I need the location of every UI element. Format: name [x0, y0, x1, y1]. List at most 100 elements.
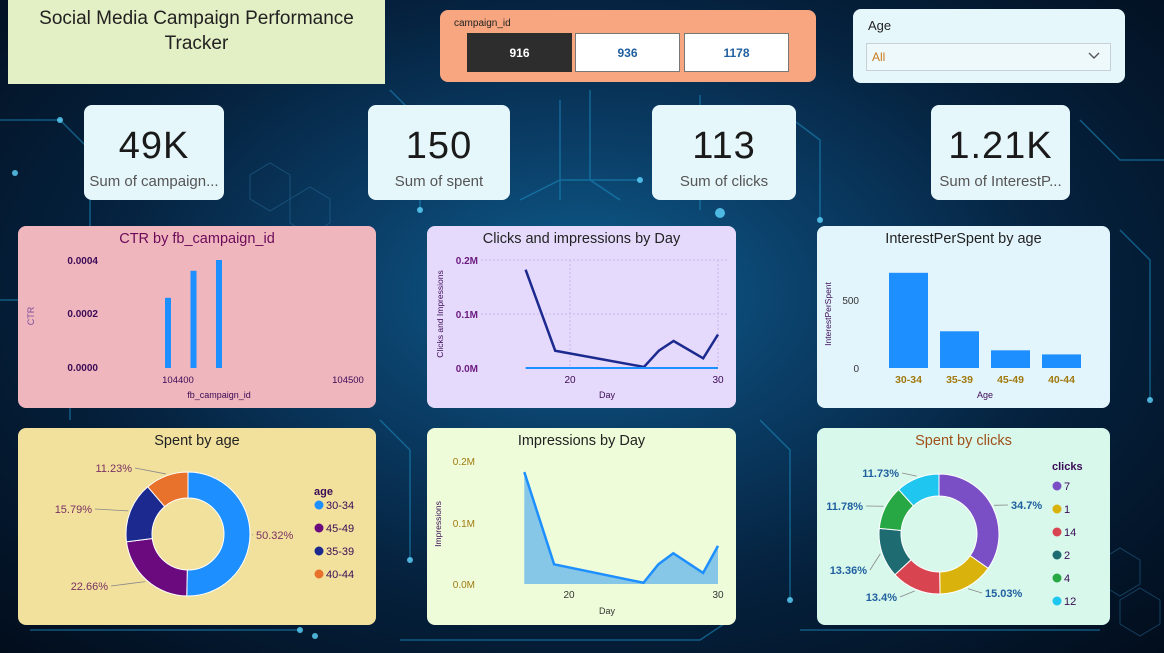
legend-label[interactable]: 12 [1064, 596, 1076, 608]
x-tick: 30-34 [895, 374, 922, 386]
kpi-value: 113 [692, 125, 756, 167]
legend-marker [314, 500, 324, 510]
y-axis-label: InterestPerSpent [823, 281, 833, 345]
legend-marker [314, 546, 324, 556]
data-label: 15.79% [55, 504, 93, 516]
y-axis-label: Clicks and Impressions [435, 270, 445, 357]
ctr-chart: 0.0004 0.0002 0.0000 CTR 104400 104500 f… [26, 256, 364, 400]
interest-per-spent-card: InterestPerSpent by age 500 0 InterestPe… [817, 226, 1110, 408]
x-tick: 35-39 [946, 374, 973, 386]
spent-by-clicks-chart: 34.7% 15.03% 13.4% 13.36% 11.78% 11.73% click… [826, 461, 1082, 608]
legend-label[interactable]: 40-44 [326, 569, 354, 581]
data-label: 13.4% [866, 592, 897, 604]
clicks-impressions-card: Clicks and impressions by Day 0.2M 0.1M … [427, 226, 736, 408]
report-title-line1: Social Media Campaign Performance [39, 8, 354, 29]
ctr-bar [190, 270, 197, 368]
legend-label[interactable]: 14 [1064, 527, 1076, 539]
age-dropdown-value: All [872, 50, 886, 64]
x-tick: 20 [563, 590, 575, 601]
legend-title: age [314, 486, 333, 498]
y-tick: 0.0004 [67, 256, 98, 267]
ctr-chart-card: CTR by fb_campaign_id 0.0004 0.0002 0.00… [18, 226, 376, 408]
clicks-impressions-chart: 0.2M 0.1M 0.0M Clicks and Impressions 20… [435, 256, 727, 400]
kpi-caption: Sum of campaign... [89, 173, 219, 190]
data-label: 11.23% [96, 463, 133, 475]
data-label: 22.66% [71, 581, 109, 593]
data-label: 11.73% [862, 468, 899, 480]
legend-marker [1052, 596, 1062, 606]
campaign-option-1178[interactable]: 1178 [684, 33, 789, 72]
x-axis-label: Age [977, 390, 993, 400]
legend-label[interactable]: 4 [1064, 573, 1070, 585]
campaign-option-916[interactable]: 916 [467, 33, 572, 72]
legend-label[interactable]: 35-39 [326, 546, 354, 558]
legend-marker [1052, 481, 1062, 491]
spent-by-clicks-card: Spent by clicks 34.7% 15.03% 13.4% 13.36% 11… [817, 428, 1110, 625]
kpi-card-spent: 150 Sum of spent [368, 105, 510, 200]
y-axis-label: CTR [26, 306, 36, 325]
y-tick: 0.2M [453, 457, 475, 468]
bar-30-34 [889, 272, 928, 368]
legend-label[interactable]: 1 [1064, 504, 1070, 516]
ctr-bar [165, 297, 171, 368]
kpi-caption: Sum of InterestP... [939, 173, 1062, 190]
legend-marker [1052, 550, 1062, 560]
y-tick: 0.0002 [67, 309, 98, 320]
x-axis-label: Day [599, 606, 616, 616]
y-axis-label: Impressions [433, 501, 443, 547]
legend-label[interactable]: 45-49 [326, 523, 354, 535]
ctr-bar [216, 260, 222, 368]
bar-45-49 [991, 350, 1030, 368]
clicks-slice [938, 473, 1000, 570]
age-slice [125, 537, 188, 597]
age-slice [186, 471, 251, 597]
leader-line [110, 581, 146, 587]
x-axis-label: fb_campaign_id [187, 390, 251, 400]
area-fill [524, 472, 718, 584]
x-tick: 104500 [332, 375, 364, 386]
kpi-card-campaign: 49K Sum of campaign... [84, 105, 224, 200]
x-tick: 30 [712, 375, 724, 386]
legend-marker [314, 569, 324, 579]
campaign-option-936[interactable]: 936 [575, 33, 680, 72]
kpi-caption: Sum of spent [394, 173, 484, 190]
kpi-caption: Sum of clicks [679, 173, 769, 190]
x-axis-label: Day [599, 390, 616, 400]
y-tick: 0.0000 [67, 363, 98, 374]
data-label: 15.03% [985, 588, 1023, 600]
x-tick: 20 [564, 375, 576, 386]
kpi-value: 1.21K [948, 125, 1053, 167]
x-tick: 104400 [162, 375, 194, 386]
legend-marker [1052, 573, 1062, 583]
leader-line [869, 553, 881, 571]
data-label: 50.32% [256, 530, 294, 542]
age-slicer: Age All [853, 9, 1125, 83]
leader-line [94, 508, 129, 512]
legend-label[interactable]: 2 [1064, 550, 1070, 562]
leader-line [901, 472, 917, 477]
y-tick: 0.2M [456, 256, 478, 267]
kpi-card-interest: 1.21K Sum of InterestP... [931, 105, 1070, 200]
legend-label[interactable]: 7 [1064, 481, 1070, 493]
campaign-id-slicer: campaign_id 916 936 1178 [440, 10, 816, 82]
y-tick: 0.0M [456, 364, 478, 375]
bar-35-39 [940, 331, 979, 368]
x-tick: 45-49 [997, 374, 1024, 386]
y-tick: 500 [842, 296, 859, 307]
chevron-down-icon [1088, 52, 1100, 59]
kpi-value: 49K [118, 125, 190, 167]
interest-per-spent-chart: 500 0 InterestPerSpent 30-34 35-39 45-49 40… [823, 272, 1081, 400]
age-slicer-label: Age [868, 18, 892, 33]
legend-label[interactable]: 30-34 [326, 500, 354, 512]
data-label: 34.7% [1011, 500, 1042, 512]
legend-marker [1052, 504, 1062, 514]
report-title-card: Social Media Campaign Performance Tracke… [8, 0, 385, 84]
y-tick: 0 [853, 364, 859, 375]
spent-by-age-chart: 50.32% 22.66% 15.79% 11.23% age 30-34 45-49 3… [55, 463, 354, 597]
x-tick: 30 [712, 590, 724, 601]
age-dropdown[interactable]: All [866, 43, 1111, 71]
report-title-line2: Tracker [164, 33, 229, 54]
series-line [524, 269, 720, 369]
leader-line [968, 588, 983, 594]
data-label: 11.78% [826, 501, 863, 513]
